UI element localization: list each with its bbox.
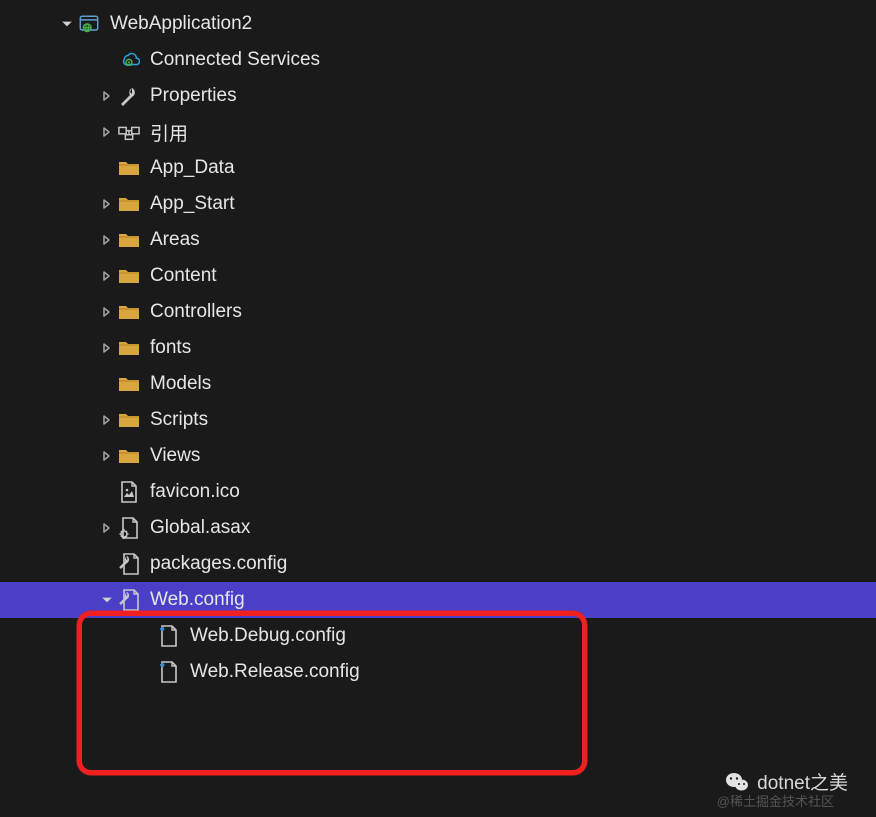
web-project-icon: [78, 13, 100, 35]
node-label: Web.config: [150, 589, 245, 611]
expander-closed-icon[interactable]: [98, 339, 116, 357]
expander-open-icon[interactable]: [98, 591, 116, 609]
references-icon: [118, 121, 140, 143]
node-label: Scripts: [150, 409, 208, 431]
tree-node[interactable]: fonts: [0, 330, 876, 366]
node-label: favicon.ico: [150, 481, 240, 503]
expander-open-icon[interactable]: [58, 15, 76, 33]
node-label: Areas: [150, 229, 200, 251]
node-label: App_Start: [150, 193, 235, 215]
expander-closed-icon[interactable]: [98, 231, 116, 249]
tree-node[interactable]: Web.config: [0, 582, 876, 618]
image-file-icon: [118, 481, 140, 503]
watermark-text: dotnet之美: [757, 768, 848, 795]
expander-closed-icon[interactable]: [98, 519, 116, 537]
folder-icon: [118, 157, 140, 179]
wechat-icon: [725, 771, 749, 793]
tree-node[interactable]: packages.config: [0, 546, 876, 582]
node-label: Web.Debug.config: [190, 625, 346, 647]
node-label: packages.config: [150, 553, 287, 575]
config-file-icon: [118, 589, 140, 611]
tree-node[interactable]: Models: [0, 366, 876, 402]
expander-closed-icon[interactable]: [98, 303, 116, 321]
tree-node[interactable]: Global.asax: [0, 510, 876, 546]
watermark-main: dotnet之美: [725, 768, 848, 795]
tree-node-project[interactable]: WebApplication2: [0, 6, 876, 42]
tree-node[interactable]: Connected Services: [0, 42, 876, 78]
transform-file-icon: [158, 625, 180, 647]
node-label: Content: [150, 265, 217, 287]
folder-icon: [118, 409, 140, 431]
tree-node[interactable]: Areas: [0, 222, 876, 258]
node-label: Connected Services: [150, 49, 320, 71]
tree-node[interactable]: Controllers: [0, 294, 876, 330]
node-label: Global.asax: [150, 517, 250, 539]
folder-icon: [118, 301, 140, 323]
wrench-icon: [118, 85, 140, 107]
expander-closed-icon[interactable]: [98, 447, 116, 465]
node-label: Views: [150, 445, 200, 467]
cloud-plug-icon: [118, 49, 140, 71]
config-file-icon: [118, 553, 140, 575]
folder-icon: [118, 373, 140, 395]
expander-closed-icon[interactable]: [98, 411, 116, 429]
tree-node[interactable]: Views: [0, 438, 876, 474]
tree-node[interactable]: Web.Debug.config: [0, 618, 876, 654]
folder-icon: [118, 265, 140, 287]
transform-file-icon: [158, 661, 180, 683]
expander-closed-icon[interactable]: [98, 123, 116, 141]
tree-node[interactable]: App_Data: [0, 150, 876, 186]
node-label: App_Data: [150, 157, 235, 179]
node-label: Web.Release.config: [190, 661, 360, 683]
expander-closed-icon[interactable]: [98, 195, 116, 213]
node-label: 引用: [150, 119, 188, 146]
folder-icon: [118, 337, 140, 359]
file-gear-icon: [118, 517, 140, 539]
folder-icon: [118, 229, 140, 251]
node-label: Models: [150, 373, 211, 395]
tree-node[interactable]: Web.Release.config: [0, 654, 876, 690]
tree-node[interactable]: favicon.ico: [0, 474, 876, 510]
expander-closed-icon[interactable]: [98, 87, 116, 105]
node-label: fonts: [150, 337, 191, 359]
tree-node[interactable]: 引用: [0, 114, 876, 150]
expander-closed-icon[interactable]: [98, 267, 116, 285]
solution-explorer-tree[interactable]: WebApplication2 Connected Services Proper…: [0, 0, 876, 690]
node-label: Controllers: [150, 301, 242, 323]
node-label: WebApplication2: [110, 13, 252, 35]
tree-node[interactable]: Properties: [0, 78, 876, 114]
tree-node[interactable]: Scripts: [0, 402, 876, 438]
tree-node[interactable]: App_Start: [0, 186, 876, 222]
folder-icon: [118, 193, 140, 215]
tree-node[interactable]: Content: [0, 258, 876, 294]
node-label: Properties: [150, 85, 237, 107]
folder-icon: [118, 445, 140, 467]
